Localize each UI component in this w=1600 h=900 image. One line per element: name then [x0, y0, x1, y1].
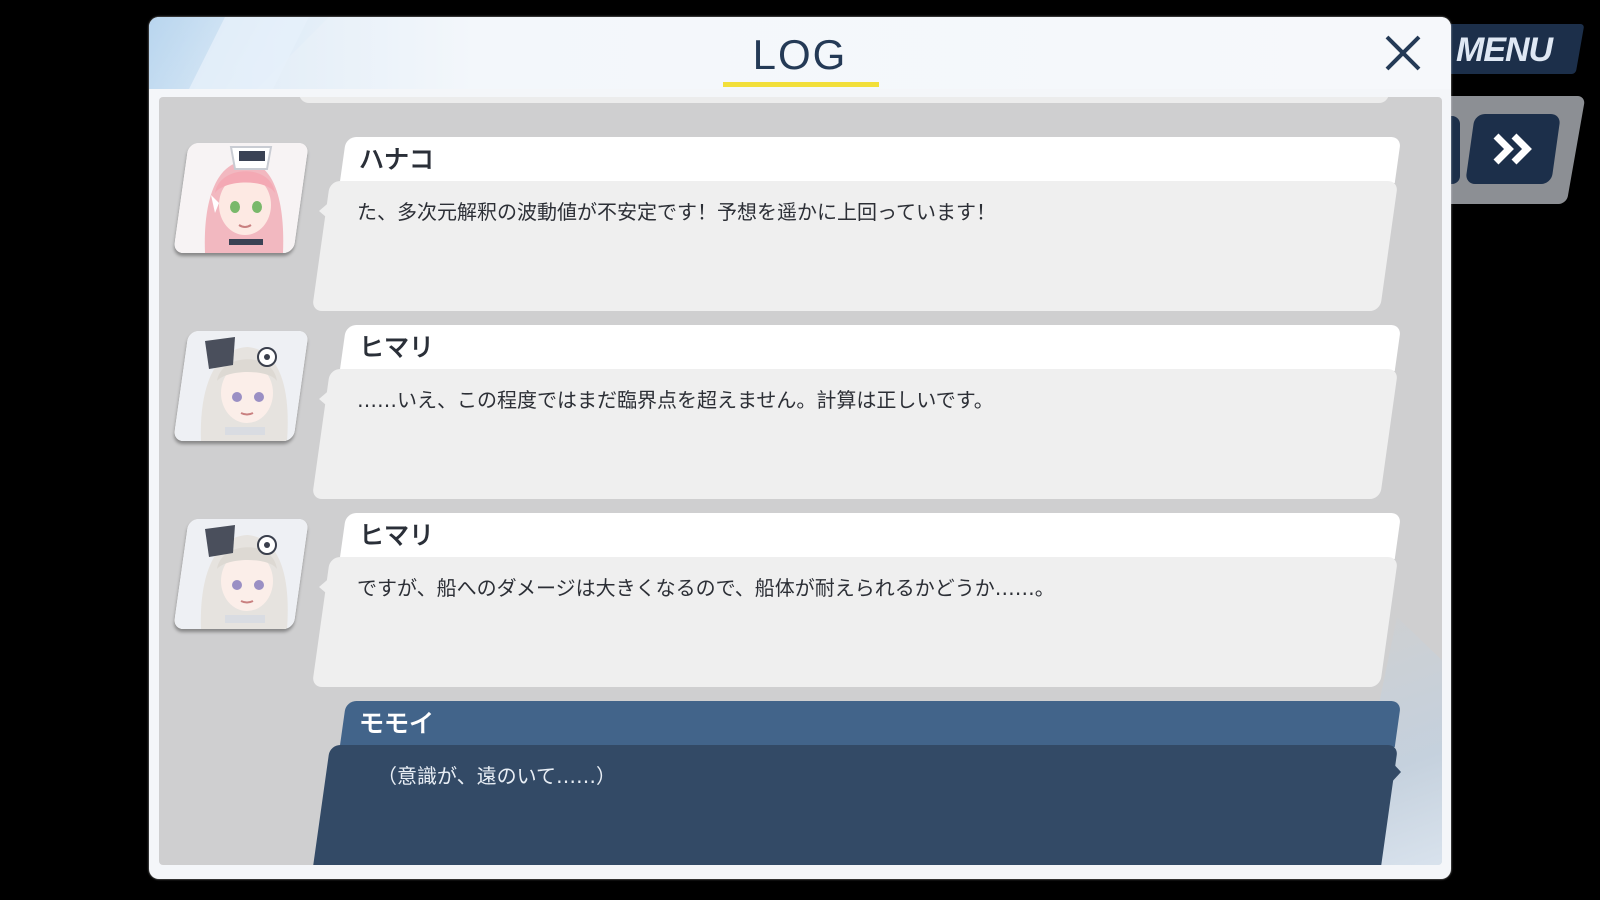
close-icon — [1385, 35, 1421, 71]
bubble-tail — [1389, 759, 1401, 785]
skip-button[interactable] — [1465, 114, 1561, 184]
message-text: ですが、船へのダメージは大きくなるので、船体が耐えられるかどうか……。 — [357, 576, 1055, 600]
message-text: ……いえ、この程度ではまだ臨界点を超えません。計算は正しいです。 — [357, 388, 994, 412]
speaker-name: ハナコ — [359, 145, 435, 174]
message-text: （意識が、遠のいて……） — [377, 764, 616, 788]
log-list[interactable]: ハナコ た、多次元解釈の波動値が不安定です！予想を遥かに上回っています！ ヒマリ… — [159, 97, 1442, 865]
message-text: た、多次元解釈の波動値が不安定です！予想を遥かに上回っています！ — [357, 200, 996, 224]
speaker-name-bar — [339, 701, 1402, 747]
speaker-name: モモイ — [359, 709, 435, 738]
hanako-portrait — [173, 143, 309, 253]
log-entry: ヒマリ ですが、船へのダメージは大きくなるので、船体が耐えられるかどうか……。 — [159, 513, 1442, 689]
speaker-name: ヒマリ — [359, 521, 435, 550]
speaker-name-bar — [339, 137, 1402, 183]
himari-portrait — [173, 519, 309, 629]
speaker-name-bar — [339, 325, 1402, 371]
log-entry: ヒマリ ……いえ、この程度ではまだ臨界点を超えません。計算は正しいです。 — [159, 325, 1442, 501]
title-underline — [723, 82, 879, 87]
himari-portrait — [173, 331, 309, 441]
double-chevron-right-icon — [1493, 133, 1532, 165]
speaker-name: ヒマリ — [359, 333, 435, 362]
previous-entry-edge — [299, 97, 1389, 103]
log-entry-player: モモイ （意識が、遠のいて……） — [159, 701, 1442, 865]
speaker-name-bar — [339, 513, 1402, 559]
log-dialog: LOG ハナコ た、多次元解釈の波動値が不安定です！予想を遥かに上回っています！… — [149, 17, 1451, 879]
dialog-header: LOG — [149, 17, 1451, 89]
log-entry: ハナコ た、多次元解釈の波動値が不安定です！予想を遥かに上回っています！ — [159, 137, 1442, 313]
close-button[interactable] — [1381, 31, 1425, 75]
dialog-title: LOG — [752, 31, 848, 78]
menu-label: MENU — [1456, 31, 1553, 69]
